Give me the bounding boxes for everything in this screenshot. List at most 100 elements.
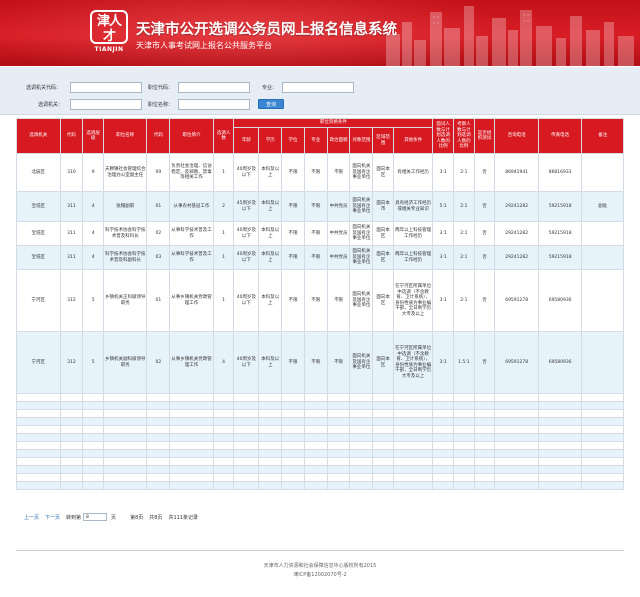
empty-cell (16, 393, 61, 402)
cell-phone: 86941941 (494, 153, 539, 192)
cell-unit: 宝坻区 (16, 221, 61, 246)
empty-cell (372, 473, 394, 482)
empty-cell (82, 473, 104, 482)
cell-interview-ratio: 3:1 (432, 269, 454, 332)
empty-cell (326, 473, 351, 482)
position-code-input[interactable] (178, 82, 250, 93)
empty-cell (326, 449, 351, 458)
cell-degree: 不限 (281, 221, 305, 246)
empty-cell (392, 425, 434, 434)
empty-cell (303, 433, 328, 442)
prev-page-link[interactable]: 上一页 (24, 514, 39, 521)
empty-cell (281, 457, 305, 466)
empty-cell (473, 441, 496, 450)
empty-cell (59, 417, 84, 426)
empty-cell (233, 425, 260, 434)
empty-cell (326, 433, 351, 442)
empty-cell (537, 393, 583, 402)
cell-major: 不限 (303, 245, 328, 270)
cell-target: 面向机关及国有企事业单位 (349, 153, 374, 192)
th-age: 年龄 (233, 127, 260, 154)
empty-table-row (16, 417, 624, 426)
empty-cell (102, 465, 148, 474)
cell-unit: 宁河区 (16, 269, 61, 332)
empty-cell (372, 449, 394, 458)
empty-table-row (16, 441, 624, 450)
unit-code-input[interactable] (70, 82, 142, 93)
empty-cell (473, 425, 496, 434)
cell-target: 面向机关及国有企事业单位 (349, 191, 374, 222)
empty-cell (169, 441, 214, 450)
cell-phone: 69591278 (494, 331, 539, 394)
empty-table-row (16, 465, 624, 474)
cell-age: 40周岁及以下 (233, 245, 260, 270)
empty-cell (212, 481, 235, 490)
th-region: 区域范围 (372, 127, 394, 154)
cell-region: 面向本区 (372, 153, 394, 192)
cell-target: 面向机关及国有企事业单位 (349, 331, 374, 394)
cell-level: 5 (82, 331, 104, 394)
empty-cell (169, 481, 214, 490)
cell-age: 40周岁及以下 (233, 153, 260, 192)
next-page-link[interactable]: 下一页 (45, 514, 60, 521)
cell-code: 311 (59, 245, 84, 270)
empty-cell (59, 465, 84, 474)
empty-cell (392, 433, 434, 442)
empty-cell (494, 465, 539, 474)
cell-interview-ratio: 3:1 (432, 331, 454, 394)
cell-region: 面向本市 (372, 191, 394, 222)
empty-cell (59, 457, 84, 466)
goto-page-input[interactable]: 8 (83, 513, 108, 521)
th-interview-ratio: 面试人数与计划选调人数的比例 (432, 118, 454, 154)
th-remark: 备注 (581, 118, 624, 154)
empty-cell (581, 465, 624, 474)
cell-degree: 不限 (281, 269, 305, 332)
cell-fax: 59215918 (537, 221, 583, 246)
empty-cell (82, 441, 104, 450)
position-name-input[interactable] (178, 99, 250, 110)
empty-cell (432, 401, 454, 410)
empty-cell (258, 449, 283, 458)
cell-code: 312 (59, 269, 84, 332)
cell-unit: 北辰区 (16, 153, 61, 192)
query-button[interactable]: 查询 (258, 99, 284, 109)
empty-cell (233, 393, 260, 402)
total-pages: 共8页 (149, 514, 163, 521)
empty-cell (212, 393, 235, 402)
cell-degree: 不限 (281, 331, 305, 394)
empty-cell (494, 409, 539, 418)
cell-count: 4 (212, 331, 235, 394)
empty-cell (233, 465, 260, 474)
empty-cell (281, 401, 305, 410)
major-input[interactable] (282, 82, 354, 93)
empty-cell (326, 481, 351, 490)
empty-cell (349, 409, 374, 418)
empty-cell (537, 425, 583, 434)
empty-cell (212, 417, 235, 426)
empty-cell (581, 481, 624, 490)
cell-remark (581, 153, 624, 192)
empty-cell (453, 425, 475, 434)
empty-cell (392, 473, 434, 482)
pagination: 上一页 下一页 转到第 8 页 第8页 共8页 共111条记录 (24, 513, 204, 521)
table-row: 宝坻区 311 4 科学技术协会科学技术普及科副科长 03 从事科学技术普及工作 1 40周岁… (16, 245, 624, 270)
empty-cell (581, 473, 624, 482)
empty-cell (146, 417, 171, 426)
unit-name-input[interactable] (70, 99, 142, 110)
table-row: 宝坻区 311 4 科学技术协会科学技术普及科科长 02 从事科学技术普及工作 1 40周岁及… (16, 221, 624, 246)
empty-cell (372, 441, 394, 450)
cell-politics: 不限 (326, 153, 351, 192)
cell-other: 有相关工作经历 (392, 153, 434, 192)
empty-cell (537, 417, 583, 426)
empty-cell (432, 465, 454, 474)
empty-cell (372, 417, 394, 426)
empty-cell (453, 417, 475, 426)
position-table: 选调机关 代码 选调层级 职位名称 代码 职位简介 选调人数 职位资格条件 面试… (16, 118, 624, 490)
empty-table-row (16, 433, 624, 442)
cell-phone: 69591278 (494, 269, 539, 332)
empty-cell (59, 393, 84, 402)
cell-position-intro: 从事科学技术普及工作 (169, 245, 214, 270)
empty-cell (326, 441, 351, 450)
empty-cell (16, 465, 61, 474)
table-body: 北辰区 310 9 天穆镇社会管理综合治理办公室副主任 09 负责社会治理、信访稳定、反邪… (16, 153, 624, 490)
